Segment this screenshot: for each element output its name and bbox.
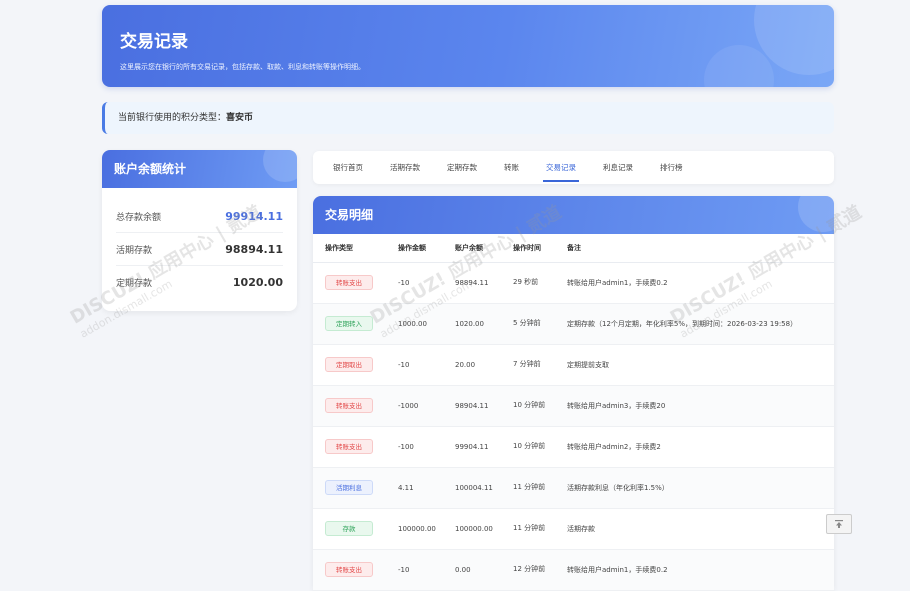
column-header-note: 备注	[555, 234, 834, 263]
cell-note: 定期提前支取	[555, 344, 834, 386]
cell-amount: -10	[386, 549, 443, 591]
cell-amount: 1000.00	[386, 303, 443, 345]
cell-time: 10 分钟前	[501, 426, 555, 468]
bank-nav-tabs: 银行首页 活期存款 定期存款 转账 交易记录 利息记录 排行榜	[313, 151, 834, 184]
cell-type: 定期转入	[313, 303, 386, 345]
cell-amount: -10	[386, 344, 443, 386]
cell-time: 12 分钟前	[501, 549, 555, 591]
tab-transfer[interactable]: 转账	[504, 151, 519, 184]
title-decoration	[263, 150, 297, 182]
table-row: 转账支出 -100 99904.11 10 分钟前 转账给用户admin2，手续费2	[313, 426, 834, 468]
cell-note: 活期存款利息（年化利率1.5%）	[555, 467, 834, 509]
summary-label: 活期存款	[116, 245, 153, 256]
table-row: 定期取出 -10 20.00 7 分钟前 定期提前支取	[313, 344, 834, 386]
transactions-title: 交易明细	[325, 208, 374, 222]
table-row: 转账支出 -10 0.00 12 分钟前 转账给用户admin1，手续费0.2	[313, 549, 834, 591]
cell-note: 转账给用户admin1，手续费0.2	[555, 549, 834, 591]
transactions-panel: 交易明细 操作类型 操作金额 账户余额 操作时间 备注 转账支出 -10 98894…	[313, 196, 834, 591]
cell-note: 转账给用户admin1，手续费0.2	[555, 262, 834, 304]
column-header-type: 操作类型	[313, 234, 386, 263]
balance-summary-title: 账户余额统计	[114, 162, 187, 176]
cell-amount: -1000	[386, 385, 443, 427]
tab-leaderboard[interactable]: 排行榜	[660, 151, 683, 184]
tab-transactions[interactable]: 交易记录	[543, 151, 579, 184]
cell-note: 转账给用户admin3，手续费20	[555, 385, 834, 427]
cell-amount: -10	[386, 262, 443, 304]
cell-type: 转账支出	[313, 426, 386, 468]
column-header-amount: 操作金额	[386, 234, 443, 263]
transactions-table: 操作类型 操作金额 账户余额 操作时间 备注 转账支出 -10 98894.11 29…	[313, 234, 834, 591]
summary-value: 98894.11	[225, 242, 283, 256]
cell-time: 29 秒前	[501, 262, 555, 304]
cell-type: 转账支出	[313, 262, 386, 304]
cell-note: 转账给用户admin2，手续费2	[555, 426, 834, 468]
cell-type: 存款	[313, 508, 386, 550]
summary-row-current: 活期存款 98894.11	[116, 233, 283, 266]
balance-summary-title-bar: 账户余额统计	[102, 150, 297, 188]
cell-type: 活期利息	[313, 467, 386, 509]
summary-value: 99914.11	[225, 209, 283, 223]
type-badge: 转账支出	[325, 275, 373, 290]
arrow-up-icon	[835, 520, 843, 528]
cell-type: 转账支出	[313, 385, 386, 427]
summary-row-fixed: 定期存款 1020.00	[116, 266, 283, 299]
column-header-balance: 账户余额	[443, 234, 501, 263]
cell-type: 定期取出	[313, 344, 386, 386]
title-decoration	[798, 196, 834, 232]
cell-type: 转账支出	[313, 549, 386, 591]
cell-time: 11 分钟前	[501, 508, 555, 550]
summary-label: 定期存款	[116, 279, 153, 289]
currency-notice-label: 当前银行使用的积分类型：	[118, 113, 227, 123]
currency-name: 喜安币	[226, 113, 254, 123]
cell-time: 5 分钟前	[501, 303, 555, 345]
cell-balance: 0.00	[443, 549, 501, 591]
type-badge: 转账支出	[325, 562, 373, 577]
cell-balance: 100004.11	[443, 467, 501, 509]
cell-time: 10 分钟前	[501, 385, 555, 427]
cell-balance: 98894.11	[443, 262, 501, 304]
table-row: 转账支出 -10 98894.11 29 秒前 转账给用户admin1，手续费0.2	[313, 262, 834, 304]
cell-time: 7 分钟前	[501, 344, 555, 386]
page-subtitle: 这里展示您在银行的所有交易记录，包括存款、取款、利息和转账等操作明细。	[120, 63, 365, 71]
cell-balance: 20.00	[443, 344, 501, 386]
tab-interest-records[interactable]: 利息记录	[603, 151, 633, 184]
tab-current-deposit[interactable]: 活期存款	[390, 151, 420, 184]
cell-amount: 100000.00	[386, 508, 443, 550]
cell-time: 11 分钟前	[501, 467, 555, 509]
cell-balance: 1020.00	[443, 303, 501, 345]
back-to-top-button[interactable]	[826, 514, 852, 534]
type-badge: 活期利息	[325, 480, 373, 495]
type-badge: 定期取出	[325, 357, 373, 372]
page-header: 交易记录 这里展示您在银行的所有交易记录，包括存款、取款、利息和转账等操作明细。	[102, 5, 834, 87]
table-row: 定期转入 1000.00 1020.00 5 分钟前 定期存款（12个月定期，年化利率5…	[313, 303, 834, 345]
summary-label: 总存款余额	[116, 212, 162, 223]
page-title: 交易记录	[120, 32, 188, 52]
table-row: 转账支出 -1000 98904.11 10 分钟前 转账给用户admin3，手续费20	[313, 385, 834, 427]
type-badge: 转账支出	[325, 439, 373, 454]
balance-summary-card: 账户余额统计 总存款余额 99914.11 活期存款 98894.11 定期存款…	[102, 150, 297, 311]
table-header-row: 操作类型 操作金额 账户余额 操作时间 备注	[313, 234, 834, 263]
cell-amount: 4.11	[386, 467, 443, 509]
summary-value: 1020.00	[232, 276, 283, 289]
table-row: 存款 100000.00 100000.00 11 分钟前 活期存款	[313, 508, 834, 550]
currency-notice: 当前银行使用的积分类型：喜安币	[102, 102, 834, 134]
type-badge: 存款	[325, 521, 373, 536]
type-badge: 定期转入	[325, 316, 373, 331]
cell-note: 定期存款（12个月定期，年化利率5%，到期时间：2026-03-23 19:58…	[555, 303, 834, 345]
summary-row-total: 总存款余额 99914.11	[116, 200, 283, 233]
cell-amount: -100	[386, 426, 443, 468]
cell-note: 活期存款	[555, 508, 834, 550]
cell-balance: 100000.00	[443, 508, 501, 550]
type-badge: 转账支出	[325, 398, 373, 413]
transactions-title-bar: 交易明细	[313, 196, 834, 234]
tab-fixed-deposit[interactable]: 定期存款	[447, 151, 477, 184]
table-row: 活期利息 4.11 100004.11 11 分钟前 活期存款利息（年化利率1.5%）	[313, 467, 834, 509]
cell-balance: 98904.11	[443, 385, 501, 427]
tab-bank-home[interactable]: 银行首页	[333, 151, 363, 184]
column-header-time: 操作时间	[501, 234, 555, 263]
cell-balance: 99904.11	[443, 426, 501, 468]
